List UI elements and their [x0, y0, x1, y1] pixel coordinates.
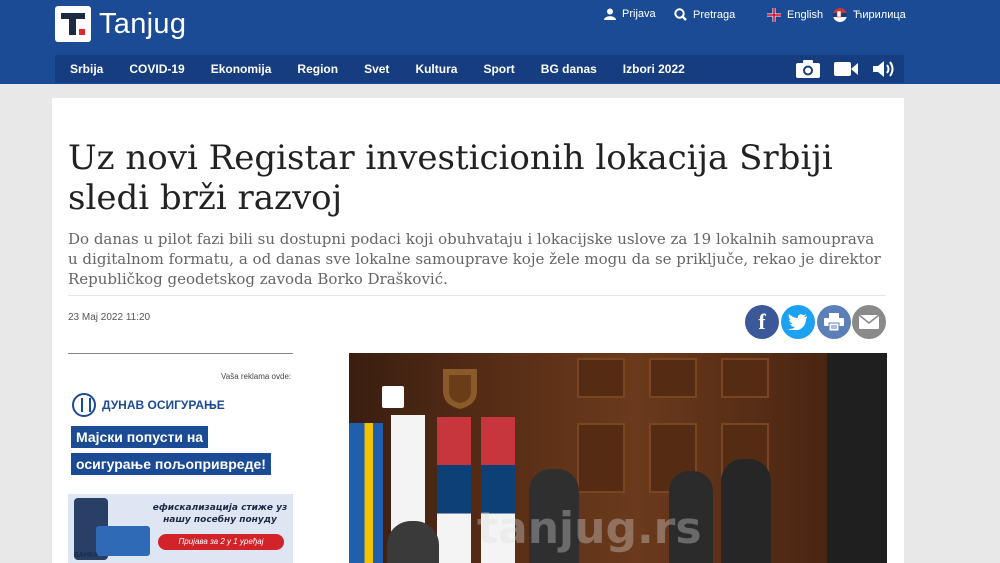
email-icon: [859, 315, 879, 329]
facebook-share-button[interactable]: f: [745, 305, 779, 339]
bank-ad-logo: БАНКА: [74, 552, 99, 559]
nav-item-region[interactable]: Region: [282, 62, 349, 76]
nav-item-izbori[interactable]: Izbori 2022: [608, 62, 696, 76]
user-icon: [604, 8, 616, 20]
facebook-icon: f: [758, 309, 766, 334]
twitter-share-button[interactable]: [781, 305, 815, 339]
email-share-button[interactable]: [852, 305, 886, 339]
video-button[interactable]: [829, 55, 863, 83]
nav-item-srbija[interactable]: Srbija: [55, 62, 114, 76]
search-icon: [674, 8, 687, 21]
photo-gallery-button[interactable]: [791, 55, 825, 83]
article-lead: Do danas u pilot fazi bili su dostupni p…: [68, 230, 881, 288]
lang-english-link[interactable]: English: [767, 8, 823, 22]
bank-ad-banner[interactable]: ефискализација стиже уз нашу посебну пон…: [68, 494, 293, 563]
main-nav: Srbija COVID-19 Ekonomija Region Svet Ku…: [55, 55, 904, 83]
card-image: [96, 526, 150, 556]
login-link[interactable]: Prijava: [604, 8, 656, 20]
logo-text: Tanjug: [99, 7, 187, 40]
camera-icon: [796, 60, 820, 78]
bank-ad-cta: Пријава за 2 у 1 уређај: [158, 534, 284, 550]
serbia-flag-icon: [833, 8, 847, 22]
article-date: 23 Maj 2022 11:20: [68, 312, 151, 323]
lang-english-label: English: [787, 9, 824, 21]
search-link[interactable]: Pretraga: [674, 8, 735, 21]
person-2: [721, 459, 771, 563]
divider: [68, 295, 886, 296]
photo-watermark: tanjug.rs: [477, 503, 702, 554]
person-4: [387, 521, 439, 563]
site-logo[interactable]: Tanjug: [55, 6, 186, 42]
article-photo[interactable]: tanjug.rs: [349, 353, 887, 563]
bank-ad-text: ефискализација стиже уз нашу посебну пон…: [152, 503, 288, 525]
uk-flag-icon: [767, 8, 781, 22]
nav-item-kultura[interactable]: Kultura: [400, 62, 468, 76]
audio-button[interactable]: [867, 55, 901, 83]
sidebar-divider: [68, 353, 293, 354]
dunav-logo-icon: [72, 393, 96, 417]
print-button[interactable]: [817, 305, 851, 339]
twitter-icon: [788, 314, 807, 330]
nav-item-covid[interactable]: COVID-19: [114, 62, 195, 76]
ad-label: Vaša reklama ovde:: [221, 372, 292, 381]
tanjug-logo-icon: [55, 6, 91, 42]
nav-item-sport[interactable]: Sport: [468, 62, 525, 76]
flag-sweden: [349, 423, 383, 563]
site-header: Tanjug Prijava Pretraga English Ћирилица…: [0, 0, 1000, 84]
lang-cyrillic-label: Ћирилица: [853, 9, 906, 21]
dunav-brand-name: ДУНАВ ОСИГУРАЊЕ: [102, 398, 225, 412]
dunav-ad-line2[interactable]: осигурање пољопривреде!: [71, 453, 271, 475]
speaker-icon: [873, 61, 894, 77]
lang-cyrillic-link[interactable]: Ћирилица: [833, 8, 906, 22]
tanjug-photo-logo: [382, 386, 404, 408]
article-title: Uz novi Registar investicionih lokacija …: [68, 138, 833, 218]
video-icon: [834, 62, 858, 76]
login-label: Prijava: [622, 8, 656, 20]
flag-serbia-1: [437, 417, 471, 563]
search-label: Pretraga: [693, 8, 736, 21]
dunav-ad-logo[interactable]: ДУНАВ ОСИГУРАЊЕ: [72, 393, 225, 417]
nav-item-bg-danas[interactable]: BG danas: [526, 62, 608, 76]
print-icon: [824, 313, 844, 331]
coat-of-arms-icon: [443, 369, 477, 409]
dunav-ad-line1[interactable]: Мајски попусти на: [71, 426, 209, 448]
nav-item-ekonomija[interactable]: Ekonomija: [196, 62, 283, 76]
nav-item-svet[interactable]: Svet: [349, 62, 400, 76]
